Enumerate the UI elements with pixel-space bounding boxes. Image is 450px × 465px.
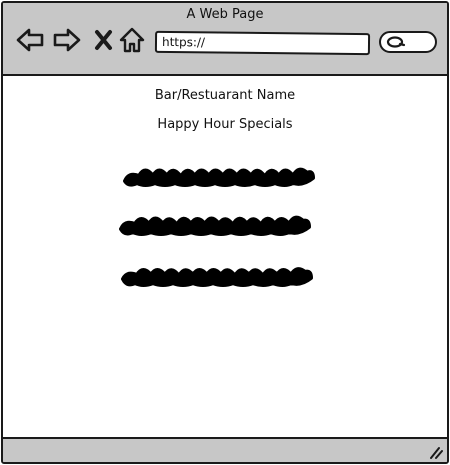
window-title: A Web Page [186,7,264,22]
back-arrow-icon[interactable] [15,25,45,55]
home-icon[interactable] [117,25,147,55]
browser-toolbar: A Web Page https:// [3,3,447,76]
address-bar-input[interactable]: https:// [154,30,371,56]
restaurant-name: Bar/Restuarant Name [154,88,296,103]
status-bar [3,437,447,462]
happy-hour-heading: Happy Hour Specials [157,117,293,132]
page-content: Bar/Restuarant Name Happy Hour Specials [3,76,447,437]
resize-grip-icon[interactable] [427,444,443,460]
search-box[interactable] [379,31,437,53]
close-x-icon[interactable] [89,25,119,55]
specials-line-2-placeholder [111,205,316,245]
browser-window: A Web Page https:// Bar/Restuarant Name … [1,1,449,464]
specials-line-1-placeholder [115,156,320,196]
forward-arrow-icon[interactable] [52,25,82,55]
specials-line-3-placeholder [113,256,318,296]
magnifier-icon [386,36,406,48]
